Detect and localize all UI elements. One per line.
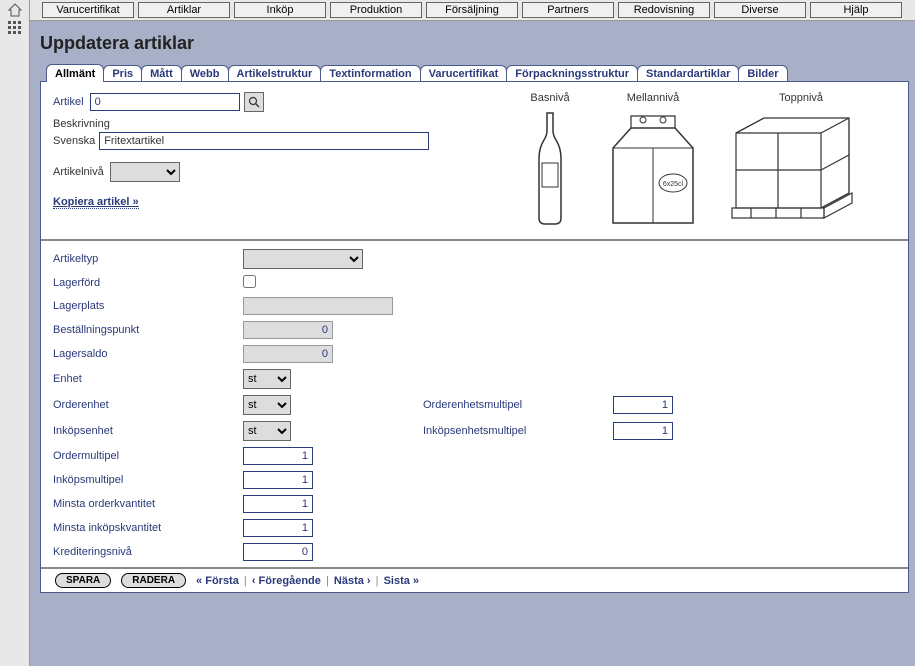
svenska-input[interactable] xyxy=(99,132,429,150)
left-sidebar xyxy=(0,0,30,666)
tab-varucertifikat[interactable]: Varucertifikat xyxy=(420,65,508,82)
toppniva-col: Toppnivå xyxy=(726,92,876,231)
krediteringsniva-label: Krediteringsnivå xyxy=(53,546,227,558)
menu-inkop[interactable]: Inköp xyxy=(234,2,326,18)
inkopsenhet-select[interactable]: st xyxy=(243,421,291,441)
artikelniva-select[interactable] xyxy=(110,162,180,182)
inkopsmultipel-label: Inköpsmultipel xyxy=(53,474,227,486)
artikelniva-label: Artikelnivå xyxy=(53,166,104,178)
menu-produktion[interactable]: Produktion xyxy=(330,2,422,18)
orderenhetsmultipel-input[interactable] xyxy=(613,396,673,414)
enhet-select[interactable]: st xyxy=(243,369,291,389)
pallet-icon xyxy=(726,108,876,228)
mellanniva-label: Mellannivå xyxy=(598,92,708,104)
pager: « Första | ‹ Föregående | Nästa › | Sist… xyxy=(196,575,419,587)
menu-artiklar[interactable]: Artiklar xyxy=(138,2,230,18)
kopiera-artikel-link[interactable]: Kopiera artikel » xyxy=(53,196,139,209)
inkopsenhetsmultipel-label: Inköpsenhetsmultipel xyxy=(423,425,597,437)
panel: Artikel Beskrivning Svenska xyxy=(40,81,909,593)
tab-matt[interactable]: Mått xyxy=(141,65,182,82)
lagerford-checkbox[interactable] xyxy=(243,275,256,288)
lagersaldo-input xyxy=(243,345,333,363)
tab-pris[interactable]: Pris xyxy=(103,65,142,82)
bestallningspunkt-input xyxy=(243,321,333,339)
minsta-inkopskvantitet-label: Minsta inköpskvantitet xyxy=(53,522,227,534)
krediteringsniva-input[interactable] xyxy=(243,543,313,561)
orderenhetsmultipel-label: Orderenhetsmultipel xyxy=(423,399,597,411)
tab-forpackningsstruktur[interactable]: Förpackningsstruktur xyxy=(506,65,638,82)
menu-varucertifikat[interactable]: Varucertifikat xyxy=(42,2,134,18)
mellanniva-col: Mellannivå 6x25cl xyxy=(598,92,708,231)
tabs: Allmänt Pris Mått Webb Artikelstruktur T… xyxy=(46,64,909,82)
tab-bilder[interactable]: Bilder xyxy=(738,65,787,82)
artikel-input[interactable] xyxy=(90,93,240,111)
home-icon[interactable] xyxy=(7,2,23,18)
detail-scroll[interactable]: Artikeltyp Lagerförd Lagerplats Beställn… xyxy=(41,239,908,569)
basniva-label: Basnivå xyxy=(520,92,580,104)
menu-partners[interactable]: Partners xyxy=(522,2,614,18)
tab-standardartiklar[interactable]: Standardartiklar xyxy=(637,65,739,82)
upper-left: Artikel Beskrivning Svenska xyxy=(53,92,520,231)
lagersaldo-label: Lagersaldo xyxy=(53,348,227,360)
artikeltyp-label: Artikeltyp xyxy=(53,253,227,265)
pager-next[interactable]: Nästa › xyxy=(334,575,371,587)
main-area: Varucertifikat Artiklar Inköp Produktion… xyxy=(30,0,915,666)
search-icon xyxy=(248,96,260,108)
menubar: Varucertifikat Artiklar Inköp Produktion… xyxy=(30,0,915,21)
orderenhet-label: Orderenhet xyxy=(53,399,227,411)
pager-first[interactable]: « Första xyxy=(196,575,239,587)
delete-button[interactable]: RADERA xyxy=(121,573,186,588)
tab-webb[interactable]: Webb xyxy=(181,65,229,82)
footer: SPARA RADERA « Första | ‹ Föregående | N… xyxy=(41,569,908,592)
lagerplats-input xyxy=(243,297,393,315)
minsta-orderkvantitet-label: Minsta orderkvantitet xyxy=(53,498,227,510)
basniva-col: Basnivå xyxy=(520,92,580,231)
menu-forsaljning[interactable]: Försäljning xyxy=(426,2,518,18)
artikeltyp-select[interactable] xyxy=(243,249,363,269)
tab-allmant[interactable]: Allmänt xyxy=(46,64,104,82)
svg-text:6x25cl: 6x25cl xyxy=(663,181,684,188)
artikel-label: Artikel xyxy=(53,96,84,108)
tab-textinformation[interactable]: Textinformation xyxy=(320,65,420,82)
pager-last[interactable]: Sista » xyxy=(384,575,419,587)
lagerford-label: Lagerförd xyxy=(53,277,227,289)
minsta-orderkvantitet-input[interactable] xyxy=(243,495,313,513)
carton-icon: 6x25cl xyxy=(598,108,708,228)
minsta-inkopskvantitet-input[interactable] xyxy=(243,519,313,537)
canvas: Uppdatera artiklar Allmänt Pris Mått Web… xyxy=(30,21,915,665)
inkopsenhetsmultipel-input[interactable] xyxy=(613,422,673,440)
menu-hjalp[interactable]: Hjälp xyxy=(810,2,902,18)
menu-diverse[interactable]: Diverse xyxy=(714,2,806,18)
upper-section: Artikel Beskrivning Svenska xyxy=(41,82,908,239)
beskrivning-label: Beskrivning xyxy=(53,118,110,130)
menu-redovisning[interactable]: Redovisning xyxy=(618,2,710,18)
bottle-icon xyxy=(520,108,580,228)
search-button[interactable] xyxy=(244,92,264,112)
pager-prev[interactable]: ‹ Föregående xyxy=(252,575,321,587)
lagerplats-label: Lagerplats xyxy=(53,300,227,312)
tab-artikelstruktur[interactable]: Artikelstruktur xyxy=(228,65,322,82)
svenska-label: Svenska xyxy=(53,135,95,147)
ordermultipel-label: Ordermultipel xyxy=(53,450,227,462)
enhet-label: Enhet xyxy=(53,373,227,385)
upper-right: Basnivå Mellannivå xyxy=(520,92,896,231)
inkopsmultipel-input[interactable] xyxy=(243,471,313,489)
bestallningspunkt-label: Beställningspunkt xyxy=(53,324,227,336)
grid-icon[interactable] xyxy=(7,20,23,36)
page-title: Uppdatera artiklar xyxy=(40,33,909,54)
inkopsenhet-label: Inköpsenhet xyxy=(53,425,227,437)
ordermultipel-input[interactable] xyxy=(243,447,313,465)
orderenhet-select[interactable]: st xyxy=(243,395,291,415)
save-button[interactable]: SPARA xyxy=(55,573,111,588)
toppniva-label: Toppnivå xyxy=(726,92,876,104)
app-root: Varucertifikat Artiklar Inköp Produktion… xyxy=(0,0,915,666)
detail-form: Artikeltyp Lagerförd Lagerplats Beställn… xyxy=(41,241,908,569)
